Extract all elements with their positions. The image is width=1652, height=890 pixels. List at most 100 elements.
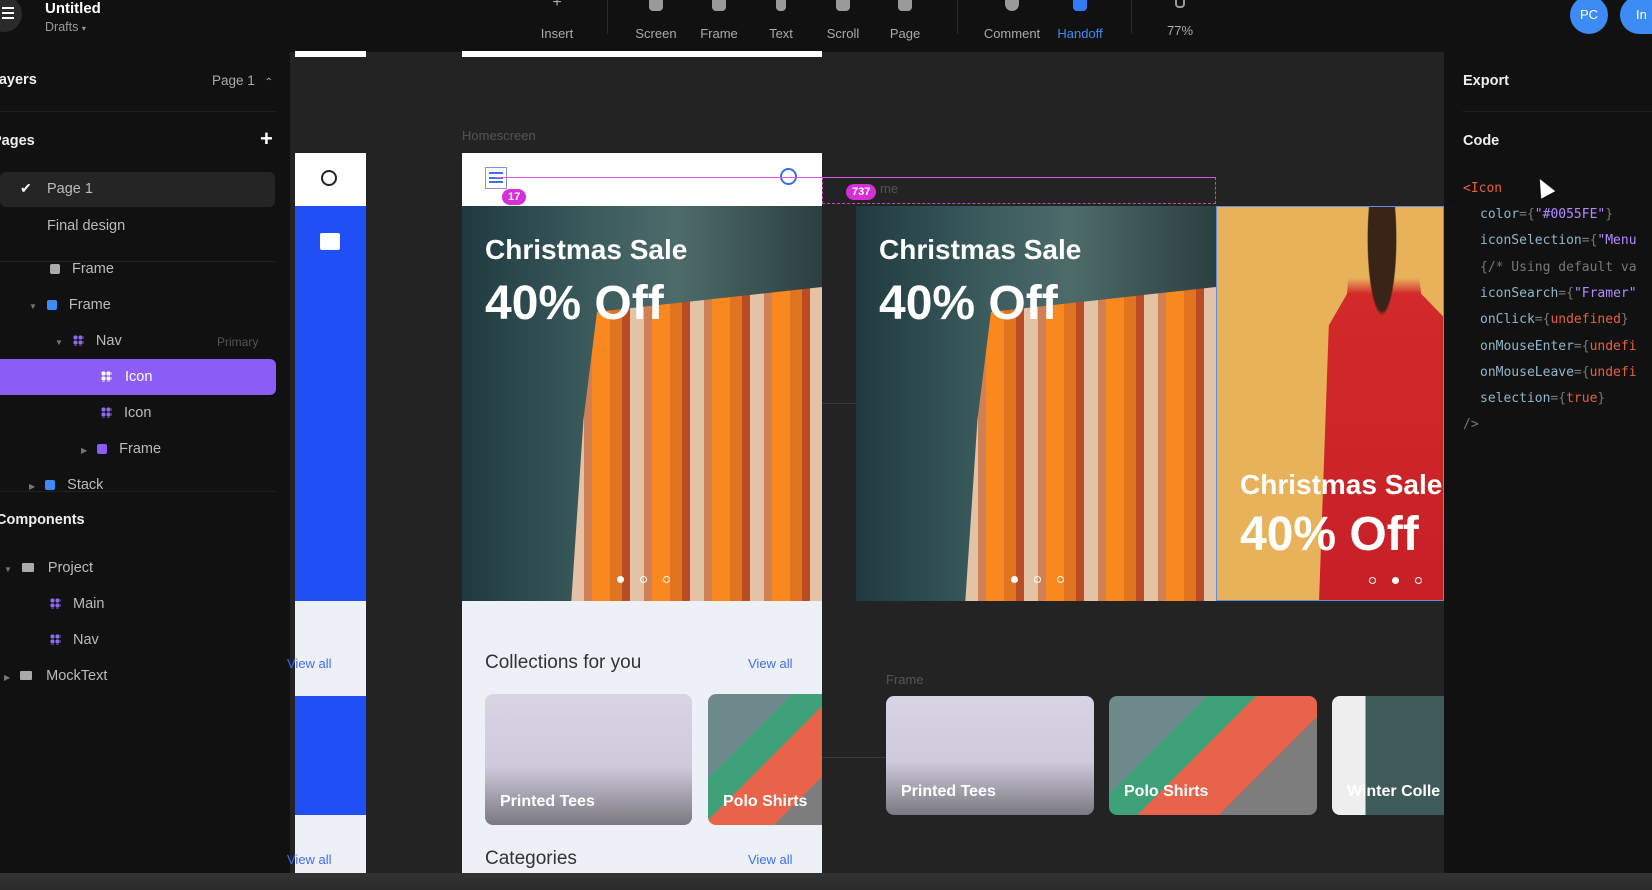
layer-nav[interactable]: ▼ Nav	[55, 333, 122, 349]
code-line: selection={true}	[1480, 391, 1606, 406]
carousel-dot-active[interactable]	[1392, 577, 1399, 584]
top-toolbar: Untitled Drafts ▾ + Insert Screen Frame T…	[0, 0, 1652, 52]
project-dropdown[interactable]: Drafts ▾	[45, 20, 86, 34]
hero-title: Christmas Sale	[879, 234, 1082, 265]
view-all-link[interactable]: View all	[748, 656, 793, 671]
collection-card-polo-shirts[interactable]: Polo Shirts	[708, 694, 822, 825]
check-icon: ✔	[20, 180, 32, 196]
carousel-slide-red-dress[interactable]: Christmas Sale 40% Off	[1216, 206, 1444, 601]
layer-frame-nested[interactable]: ▶ Frame	[81, 441, 161, 457]
bottom-edge	[0, 873, 1652, 890]
view-all-link[interactable]: View all	[287, 656, 332, 671]
layer-frame-expanded[interactable]: ▼ Frame	[29, 297, 111, 313]
view-all-link[interactable]: View all	[287, 852, 332, 867]
divider	[0, 491, 275, 492]
divider	[0, 111, 275, 112]
caret-down-icon: ▼	[4, 565, 12, 574]
carousel-dot[interactable]	[663, 576, 670, 583]
homescreen-frame[interactable]: Christmas Sale 40% Off Collections for y…	[462, 153, 822, 873]
pages-heading: Pages	[0, 133, 35, 149]
frame-icon	[50, 264, 60, 274]
frame-partial-top	[295, 51, 366, 57]
component-folder-mocktext[interactable]: ▶ MockText	[4, 668, 107, 684]
measure-badge: 17	[502, 189, 527, 205]
tool-text[interactable]: Text	[746, 0, 816, 41]
zoom-level[interactable]: 77%	[1145, 0, 1215, 38]
code-heading: Code	[1463, 133, 1500, 149]
page-selector[interactable]: Page 1 ⌃	[212, 73, 273, 88]
hero-discount: 40% Off	[879, 277, 1058, 330]
tool-frame[interactable]: Frame	[684, 0, 754, 41]
add-page-button[interactable]: +	[260, 126, 273, 152]
view-all-link[interactable]: View all	[748, 852, 793, 867]
frame-partial-nav	[295, 153, 366, 206]
component-icon	[101, 371, 112, 382]
component-folder-project[interactable]: ▼ Project	[4, 560, 93, 576]
tool-page[interactable]: Page	[870, 0, 940, 41]
screen-icon	[649, 0, 663, 11]
tool-screen[interactable]: Screen	[621, 0, 691, 41]
layer-stack[interactable]: ▶ Stack	[29, 477, 103, 491]
frame-label-homescreen[interactable]: Homescreen	[462, 128, 536, 143]
tool-handoff[interactable]: Handoff	[1045, 0, 1115, 41]
handoff-panel: Export Code <Icon color={"#0055FE"} icon…	[1444, 52, 1652, 873]
carousel-dot-active[interactable]	[617, 576, 624, 583]
page-item-final-design[interactable]: Final design	[47, 218, 125, 234]
handoff-icon	[1073, 0, 1087, 11]
menu-icon[interactable]	[485, 167, 507, 189]
frame-icon	[97, 444, 108, 454]
carousel-dot[interactable]	[1415, 577, 1422, 584]
collection-card-printed-tees[interactable]: Printed Tees	[485, 694, 692, 825]
text-icon	[776, 0, 786, 11]
clothing-rack-image	[964, 285, 1216, 601]
component-nav[interactable]: Nav	[50, 632, 99, 648]
export-heading[interactable]: Export	[1463, 73, 1509, 89]
frame-label[interactable]: Frame	[886, 672, 924, 687]
code-open-tag: <Icon	[1463, 181, 1503, 196]
carousel-dot-active[interactable]	[1011, 576, 1018, 583]
caret-down-icon: ▼	[55, 338, 63, 347]
collection-card-winter[interactable]: Winter Colle	[1332, 696, 1444, 815]
carousel-slide[interactable]: Christmas Sale 40% Off	[856, 206, 1216, 601]
collections-title: Collections for you	[485, 652, 642, 673]
carousel-dot[interactable]	[1057, 576, 1064, 583]
measure-badge: 737	[846, 184, 877, 200]
layer-frame[interactable]: Frame	[50, 261, 114, 277]
code-line: onClick={undefined}	[1480, 312, 1629, 327]
frame-icon	[712, 0, 726, 11]
tool-scroll[interactable]: Scroll	[808, 0, 878, 41]
component-main[interactable]: Main	[50, 596, 104, 612]
tool-insert[interactable]: + Insert	[522, 0, 592, 41]
carousel-dot[interactable]	[640, 576, 647, 583]
search-icon	[321, 170, 337, 186]
layer-nav-variant: Primary	[217, 335, 259, 349]
collection-card-polo-shirts[interactable]: Polo Shirts	[1109, 696, 1317, 815]
carousel-dot[interactable]	[1034, 576, 1041, 583]
code-line: iconSelection={"Menu	[1480, 233, 1637, 248]
layer-icon-selected[interactable]: Icon	[0, 359, 276, 395]
page-item-page-1[interactable]: ✔ Page 1	[0, 172, 275, 207]
code-comment: {/* Using default va	[1480, 260, 1637, 275]
layer-icon[interactable]: Icon	[101, 405, 151, 421]
toolbar-divider	[1131, 0, 1132, 34]
invite-button[interactable]: In	[1620, 0, 1652, 34]
collection-card-printed-tees[interactable]: Printed Tees	[886, 696, 1094, 815]
categories-title: Categories	[485, 848, 577, 869]
document-title[interactable]: Untitled	[45, 0, 101, 17]
caret-down-icon: ▼	[29, 302, 37, 311]
hero-discount: 40% Off	[1240, 508, 1419, 561]
main-menu-button[interactable]	[0, 0, 22, 32]
carousel-dot[interactable]	[1369, 577, 1376, 584]
toolbar-divider	[957, 0, 958, 34]
layers-heading: Layers	[0, 72, 37, 88]
ghost-frame-label: me	[880, 181, 899, 196]
toolbar-divider	[607, 0, 608, 34]
avatar[interactable]: PC	[1570, 0, 1608, 34]
tool-comment[interactable]: Comment	[977, 0, 1047, 41]
connector-line	[822, 403, 856, 404]
frame-partial-blue	[295, 696, 366, 815]
component-icon	[101, 407, 112, 418]
connector-line	[822, 757, 886, 758]
chevron-up-icon: ⌃	[264, 77, 273, 88]
frame-top-strip	[462, 51, 822, 57]
